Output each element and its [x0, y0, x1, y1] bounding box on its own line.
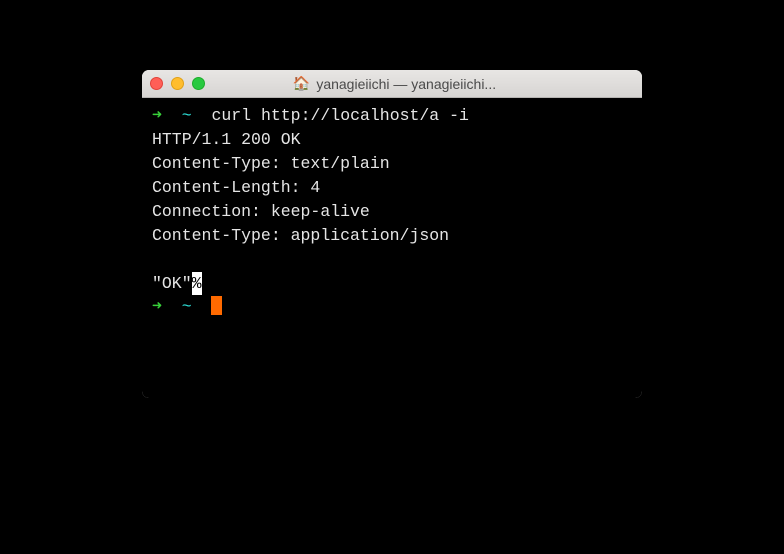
- response-header: Connection: keep-alive: [152, 200, 632, 224]
- response-header: Content-Length: 4: [152, 176, 632, 200]
- maximize-icon[interactable]: [192, 77, 205, 90]
- terminal-window: 🏠 yanagieiichi — yanagieiichi... ➜ ~ cur…: [142, 70, 642, 398]
- response-header: Content-Type: application/json: [152, 224, 632, 248]
- command-text: curl http://localhost/a -i: [211, 106, 468, 125]
- prompt-arrow-icon: ➜: [152, 297, 162, 316]
- window-title: 🏠 yanagieiichi — yanagieiichi...: [205, 75, 634, 92]
- minimize-icon[interactable]: [171, 77, 184, 90]
- blank-line: [152, 248, 632, 272]
- body-text: "OK": [152, 274, 192, 293]
- terminal-body[interactable]: ➜ ~ curl http://localhost/a -i HTTP/1.1 …: [142, 98, 642, 398]
- prompt-path: ~: [182, 106, 192, 125]
- window-title-text: yanagieiichi — yanagieiichi...: [316, 76, 496, 92]
- response-header: Content-Type: text/plain: [152, 152, 632, 176]
- response-status: HTTP/1.1 200 OK: [152, 128, 632, 152]
- prompt-line-1: ➜ ~ curl http://localhost/a -i: [152, 104, 632, 128]
- prompt-path: ~: [182, 297, 192, 316]
- percent-highlight: %: [192, 272, 202, 296]
- traffic-lights: [150, 77, 205, 90]
- close-icon[interactable]: [150, 77, 163, 90]
- home-icon: 🏠: [293, 75, 310, 92]
- prompt-arrow-icon: ➜: [152, 106, 162, 125]
- prompt-line-2: ➜ ~: [152, 295, 632, 319]
- cursor: [211, 296, 222, 315]
- response-body: "OK"%: [152, 272, 632, 296]
- titlebar[interactable]: 🏠 yanagieiichi — yanagieiichi...: [142, 70, 642, 98]
